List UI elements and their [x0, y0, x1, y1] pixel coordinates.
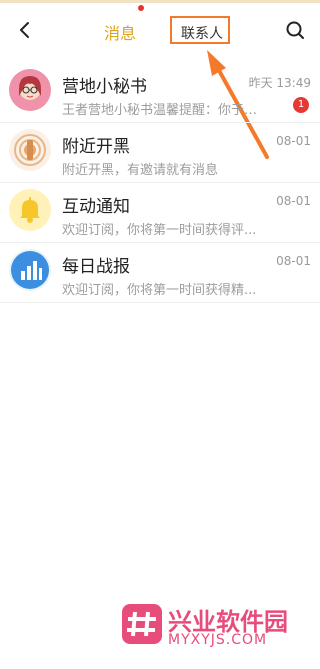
watermark: 兴业软件园 MYXYJS.COM — [122, 600, 312, 660]
contact-name: 互动通知 — [62, 197, 130, 217]
watermark-url: MYXYJS.COM — [168, 632, 268, 648]
search-icon — [286, 21, 304, 39]
back-arrow-icon — [20, 22, 29, 38]
unread-badge: 1 — [293, 97, 309, 113]
target-icon — [14, 134, 46, 166]
list-item[interactable]: 营地小秘书 昨天 13:49 王者营地小秘书温馨提醒：你于0... 1 — [0, 62, 320, 123]
tab-contacts-label: 联系人 — [181, 26, 223, 42]
avatar-notification — [9, 189, 51, 231]
tab-messages[interactable]: 消息 — [104, 20, 136, 44]
search-button[interactable] — [284, 19, 306, 41]
message-preview: 附近开黑，有邀请就有消息 — [62, 163, 219, 178]
header: 消息 联系人 — [0, 10, 320, 50]
message-time: 08-01 — [276, 194, 311, 208]
avatar-nearby — [9, 129, 51, 171]
message-preview: 欢迎订阅，你将第一时间获得精... — [62, 283, 257, 298]
tab-messages-label: 消息 — [104, 24, 137, 43]
avatar-secretary — [9, 69, 51, 111]
tab-contacts[interactable]: 联系人 — [170, 16, 230, 44]
watermark-logo-icon — [122, 604, 162, 644]
contact-name: 营地小秘书 — [62, 77, 147, 97]
bell-icon — [20, 197, 40, 223]
message-time: 昨天 13:49 — [248, 76, 311, 90]
message-preview: 欢迎订阅，你将第一时间获得评... — [62, 223, 257, 238]
list-item[interactable]: 互动通知 08-01 欢迎订阅，你将第一时间获得评... — [0, 182, 320, 243]
contact-name: 每日战报 — [62, 257, 130, 277]
message-preview: 王者营地小秘书温馨提醒：你于0... — [62, 103, 262, 118]
back-button[interactable] — [14, 19, 36, 41]
list-item[interactable]: 附近开黑 08-01 附近开黑，有邀请就有消息 — [0, 122, 320, 183]
status-strip — [0, 0, 320, 3]
message-time: 08-01 — [276, 254, 311, 268]
contact-name: 附近开黑 — [62, 137, 130, 157]
list-item[interactable]: 每日战报 08-01 欢迎订阅，你将第一时间获得精... — [0, 242, 320, 303]
message-time: 08-01 — [276, 134, 311, 148]
bar-chart-icon — [11, 251, 49, 289]
avatar-daily-report — [9, 249, 51, 291]
